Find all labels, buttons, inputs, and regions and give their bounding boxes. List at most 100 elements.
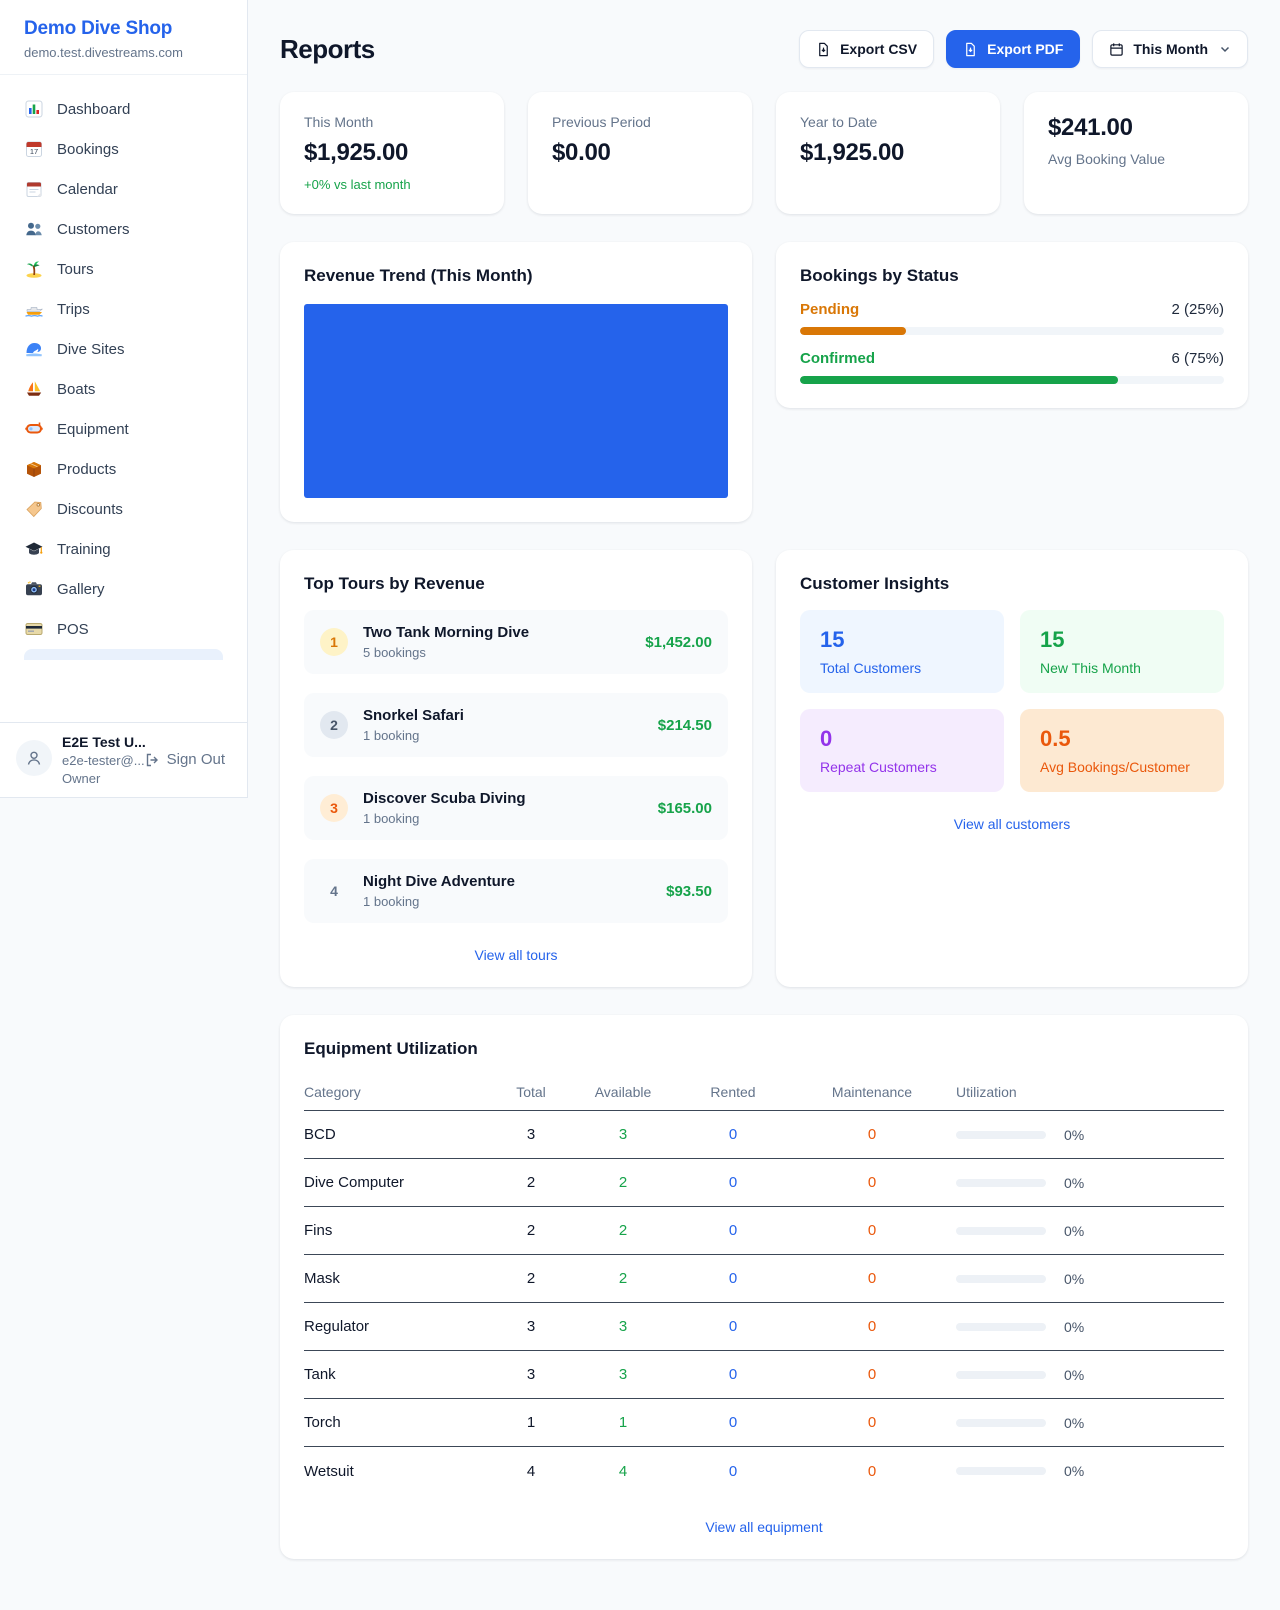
sidebar-item-trips[interactable]: Trips bbox=[12, 289, 235, 329]
view-all-tours-link[interactable]: View all tours bbox=[304, 947, 728, 963]
cell-available: 4 bbox=[568, 1463, 678, 1480]
calendar-icon bbox=[24, 179, 44, 199]
user-name: E2E Test U... bbox=[62, 734, 128, 750]
user-footer: E2E Test U... e2e-tester@... Owner Sign … bbox=[0, 722, 247, 797]
sidebar-item-dashboard[interactable]: Dashboard bbox=[12, 89, 235, 129]
utilization-percent: 0% bbox=[1064, 1319, 1084, 1335]
sign-out-label: Sign Out bbox=[167, 751, 225, 768]
sailboat-icon bbox=[24, 379, 44, 399]
page-title: Reports bbox=[280, 34, 375, 65]
cell-available: 2 bbox=[568, 1270, 678, 1287]
stat-value: $1,925.00 bbox=[304, 139, 480, 167]
palm-island-icon bbox=[24, 259, 44, 279]
export-csv-button[interactable]: Export CSV bbox=[799, 30, 934, 68]
status-value: 6 (75%) bbox=[1171, 350, 1224, 367]
sidebar-item-label: Products bbox=[57, 461, 116, 478]
cell-available: 3 bbox=[568, 1318, 678, 1335]
sidebar-item-pos[interactable]: POS bbox=[12, 609, 235, 649]
utilization-percent: 0% bbox=[1064, 1271, 1084, 1287]
export-csv-label: Export CSV bbox=[840, 41, 917, 57]
col-available: Available bbox=[568, 1084, 678, 1100]
view-all-equipment-link[interactable]: View all equipment bbox=[304, 1519, 1224, 1535]
tour-bookings: 1 booking bbox=[363, 894, 651, 909]
sidebar-item-boats[interactable]: Boats bbox=[12, 369, 235, 409]
sidebar-item-label: POS bbox=[57, 621, 89, 638]
tile-avg-bookings-customer: 0.5 Avg Bookings/Customer bbox=[1020, 709, 1224, 792]
utilization-bar bbox=[956, 1323, 1046, 1331]
sidebar-item-training[interactable]: Training bbox=[12, 529, 235, 569]
sidebar-item-tours[interactable]: Tours bbox=[12, 249, 235, 289]
status-bar-fill bbox=[800, 376, 1118, 384]
export-pdf-label: Export PDF bbox=[987, 41, 1063, 57]
stat-label: This Month bbox=[304, 114, 480, 130]
tour-list: 1 Two Tank Morning Dive 5 bookings $1,45… bbox=[304, 610, 728, 923]
status-row-confirmed: Confirmed 6 (75%) bbox=[800, 350, 1224, 384]
period-select[interactable]: This Month bbox=[1092, 30, 1248, 68]
cell-rented: 0 bbox=[678, 1463, 788, 1480]
period-select-value: This Month bbox=[1133, 41, 1208, 57]
file-download-icon bbox=[963, 42, 978, 57]
tour-row: 2 Snorkel Safari 1 booking $214.50 bbox=[304, 693, 728, 757]
utilization-bar bbox=[956, 1227, 1046, 1235]
tour-revenue: $214.50 bbox=[658, 717, 712, 734]
utilization-bar bbox=[956, 1371, 1046, 1379]
tile-label: Repeat Customers bbox=[820, 759, 984, 775]
sidebar-item-label: Gallery bbox=[57, 581, 105, 598]
cell-available: 2 bbox=[568, 1222, 678, 1239]
insight-tiles: 15 Total Customers 15 New This Month 0 R… bbox=[800, 610, 1224, 792]
table-row: BCD 3 3 0 0 0% bbox=[304, 1111, 1224, 1159]
tile-new-this-month: 15 New This Month bbox=[1020, 610, 1224, 693]
cell-category: Mask bbox=[304, 1270, 494, 1287]
cell-rented: 0 bbox=[678, 1414, 788, 1431]
sidebar-item-products[interactable]: Products bbox=[12, 449, 235, 489]
cell-total: 2 bbox=[494, 1270, 568, 1287]
sidebar-item-calendar[interactable]: Calendar bbox=[12, 169, 235, 209]
sidebar-item-gallery[interactable]: Gallery bbox=[12, 569, 235, 609]
tile-label: New This Month bbox=[1040, 660, 1204, 676]
view-all-customers-link[interactable]: View all customers bbox=[800, 816, 1224, 832]
cell-maintenance: 0 bbox=[788, 1318, 956, 1335]
revenue-trend-title: Revenue Trend (This Month) bbox=[304, 266, 728, 286]
stat-card-this-month: This Month $1,925.00 +0% vs last month bbox=[280, 92, 504, 214]
table-row: Mask 2 2 0 0 0% bbox=[304, 1255, 1224, 1303]
dashboard-icon bbox=[24, 99, 44, 119]
tile-value: 0 bbox=[820, 726, 984, 752]
sidebar-item-discounts[interactable]: Discounts bbox=[12, 489, 235, 529]
sign-out-button[interactable]: Sign Out bbox=[138, 750, 231, 769]
col-category: Category bbox=[304, 1084, 494, 1100]
sidebar-item-customers[interactable]: Customers bbox=[12, 209, 235, 249]
tile-label: Avg Bookings/Customer bbox=[1040, 759, 1204, 775]
utilization-percent: 0% bbox=[1064, 1223, 1084, 1239]
page-header: Reports Export CSV Export PDF This Month bbox=[280, 30, 1248, 68]
cell-rented: 0 bbox=[678, 1270, 788, 1287]
sidebar-item-label: Customers bbox=[57, 221, 130, 238]
top-tours-card: Top Tours by Revenue 1 Two Tank Morning … bbox=[280, 550, 752, 987]
utilization-bar bbox=[956, 1467, 1046, 1475]
dive-mask-icon bbox=[24, 419, 44, 439]
cell-maintenance: 0 bbox=[788, 1222, 956, 1239]
equipment-table-body: BCD 3 3 0 0 0% Dive Computer 2 2 0 0 0% … bbox=[304, 1111, 1224, 1495]
cell-rented: 0 bbox=[678, 1366, 788, 1383]
sidebar-item-label: Discounts bbox=[57, 501, 123, 518]
sidebar-item-reports-partial[interactable] bbox=[24, 649, 223, 660]
sidebar-item-label: Dive Sites bbox=[57, 341, 125, 358]
customer-insights-card: Customer Insights 15 Total Customers 15 … bbox=[776, 550, 1248, 987]
sidebar-item-label: Bookings bbox=[57, 141, 119, 158]
sidebar-item-equipment[interactable]: Equipment bbox=[12, 409, 235, 449]
stat-card-year-to-date: Year to Date $1,925.00 bbox=[776, 92, 1000, 214]
status-bar-track bbox=[800, 327, 1224, 335]
col-maintenance: Maintenance bbox=[788, 1084, 956, 1100]
sidebar-item-label: Equipment bbox=[57, 421, 129, 438]
brand: Demo Dive Shop demo.test.divestreams.com bbox=[0, 0, 247, 75]
sidebar-item-label: Trips bbox=[57, 301, 90, 318]
cell-maintenance: 0 bbox=[788, 1126, 956, 1143]
stat-label: Previous Period bbox=[552, 114, 728, 130]
sidebar-item-dive-sites[interactable]: Dive Sites bbox=[12, 329, 235, 369]
tile-value: 15 bbox=[820, 627, 984, 653]
export-pdf-button[interactable]: Export PDF bbox=[946, 30, 1080, 68]
cell-maintenance: 0 bbox=[788, 1174, 956, 1191]
table-row: Tank 3 3 0 0 0% bbox=[304, 1351, 1224, 1399]
sidebar-item-bookings[interactable]: 17 Bookings bbox=[12, 129, 235, 169]
cell-category: Wetsuit bbox=[304, 1463, 494, 1480]
rank-badge: 3 bbox=[320, 794, 348, 822]
